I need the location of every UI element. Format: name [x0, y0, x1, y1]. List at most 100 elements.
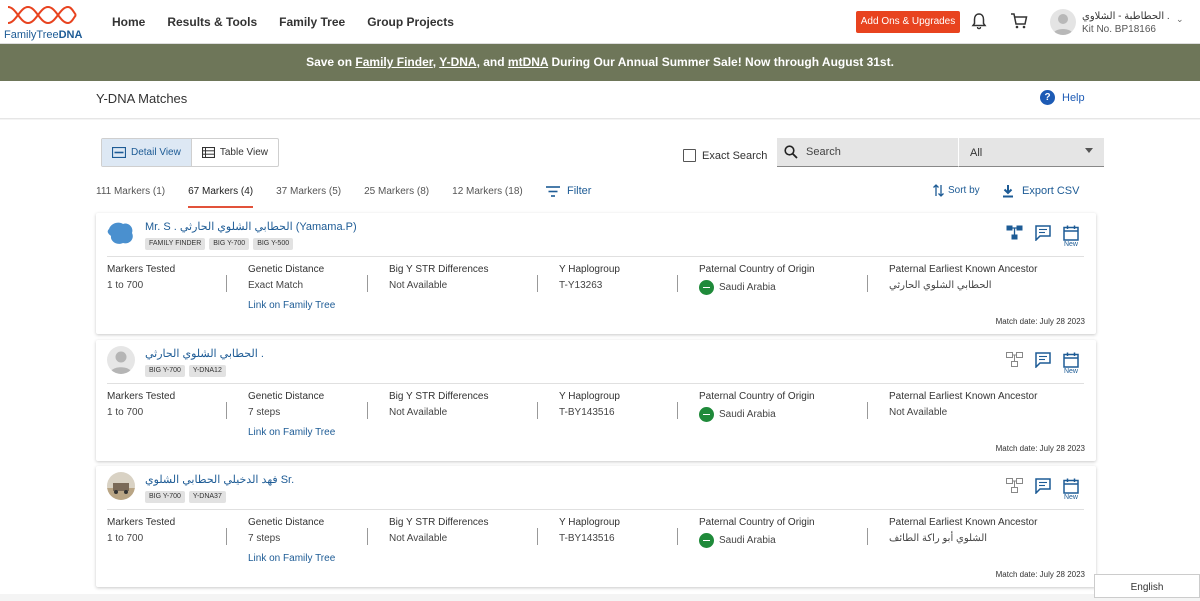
- match-name[interactable]: فهد الدخيلي الحطابي الشلوي Sr.: [145, 473, 294, 486]
- nav-results-tools[interactable]: Results & Tools: [167, 15, 257, 29]
- calendar-new-indicator[interactable]: New: [1063, 478, 1079, 501]
- page-title: Y-DNA Matches: [96, 91, 188, 106]
- country-col: Paternal Country of Origin Saudi Arabia: [699, 517, 815, 548]
- message-icon[interactable]: [1035, 225, 1051, 246]
- country-value: Saudi Arabia: [699, 280, 815, 295]
- exact-search-label: Exact Search: [702, 149, 768, 162]
- sort-icon: [933, 184, 944, 197]
- banner-link-family-finder[interactable]: Family Finder: [355, 55, 432, 69]
- view-toggle: Detail View Table View: [101, 138, 280, 167]
- big-y-col: Big Y STR Differences Not Available: [389, 264, 489, 291]
- caret-down-icon: [1085, 148, 1093, 153]
- match-avatar[interactable]: [107, 346, 135, 374]
- match-name[interactable]: الحطابي الشلوي الحارثي .: [145, 347, 264, 360]
- nav-group-projects[interactable]: Group Projects: [367, 15, 454, 29]
- genetic-distance-value: 7 steps: [248, 407, 281, 418]
- nav-home[interactable]: Home: [112, 15, 145, 29]
- match-tag: BIG Y-700: [145, 365, 185, 377]
- banner-link-y-dna[interactable]: Y-DNA: [439, 55, 476, 69]
- download-icon: [1003, 185, 1013, 198]
- link-on-family-tree[interactable]: Link on Family Tree: [248, 553, 335, 564]
- match-tag: FAMILY FINDER: [145, 238, 206, 250]
- detail-view-icon: [112, 147, 126, 158]
- familytreedna-logo[interactable]: FamilyTreeDNA: [4, 3, 82, 41]
- haplogroup-value: T-Y13263: [559, 280, 603, 291]
- marker-tabs: 111 Markers (1) 67 Markers (4) 37 Marker…: [96, 186, 546, 208]
- table-view-icon: [201, 147, 215, 158]
- help-link[interactable]: ? Help: [1040, 90, 1085, 105]
- match-tags: BIG Y-700 Y-DNA37: [145, 491, 230, 503]
- search-input[interactable]: Search: [777, 138, 958, 167]
- match-actions: New: [1006, 352, 1079, 375]
- big-y-value: Not Available: [389, 280, 448, 291]
- calendar-icon: [1063, 478, 1079, 494]
- message-icon[interactable]: [1035, 352, 1051, 373]
- tab-111-markers[interactable]: 111 Markers (1): [96, 186, 165, 208]
- link-on-family-tree[interactable]: Link on Family Tree: [248, 427, 335, 438]
- family-tree-icon[interactable]: [1006, 352, 1023, 372]
- export-csv-button[interactable]: Export CSV: [1002, 184, 1079, 198]
- tab-37-markers[interactable]: 37 Markers (5): [276, 186, 341, 208]
- ancestor-col: Paternal Earliest Known Ancestor Not Ava…: [889, 391, 1037, 418]
- ancestor-value: الحطابي الشلوي الحارثي: [889, 280, 992, 291]
- match-avatar[interactable]: [107, 472, 135, 500]
- family-tree-icon[interactable]: [1006, 478, 1023, 498]
- ancestor-value: الشلوي أبو راكة الطائف: [889, 533, 988, 544]
- add-ons-upgrades-button[interactable]: Add Ons & Upgrades: [856, 11, 960, 33]
- match-card: فهد الدخيلي الحطابي الشلوي Sr. BIG Y-700…: [96, 466, 1096, 587]
- banner-link-mtdna[interactable]: mtDNA: [508, 55, 548, 69]
- ancestor-col: Paternal Earliest Known Ancestor الحطابي…: [889, 264, 1037, 291]
- table-view-button[interactable]: Table View: [192, 139, 278, 166]
- match-date: Match date: July 28 2023: [995, 444, 1085, 453]
- exact-search-checkbox[interactable]: [683, 149, 696, 162]
- country-name: Saudi Arabia: [719, 409, 776, 420]
- sort-by-button[interactable]: Sort by: [933, 184, 980, 197]
- match-tag: Y-DNA12: [188, 365, 226, 377]
- detail-view-label: Detail View: [131, 147, 181, 158]
- saudi-flag-icon: [699, 407, 714, 422]
- table-view-label: Table View: [219, 147, 269, 158]
- big-y-value: Not Available: [389, 407, 448, 418]
- chevron-down-icon[interactable]: ⌄: [1176, 14, 1184, 25]
- exact-search-toggle[interactable]: Exact Search: [683, 149, 767, 162]
- search-placeholder: Search: [806, 146, 841, 158]
- genetic-distance-value: Exact Match: [248, 280, 304, 291]
- filter-button[interactable]: Filter: [546, 185, 591, 197]
- markers-tested-col: Markers Tested 1 to 700: [107, 517, 175, 544]
- column-separator: [367, 275, 368, 292]
- family-tree-icon[interactable]: [1006, 225, 1023, 245]
- user-avatar[interactable]: [1050, 9, 1076, 35]
- detail-view-button[interactable]: Detail View: [102, 139, 192, 166]
- language-selector[interactable]: English: [1094, 574, 1200, 598]
- ancestor-value: Not Available: [889, 407, 948, 418]
- match-tags: BIG Y-700 Y-DNA12: [145, 365, 230, 377]
- message-icon[interactable]: [1035, 478, 1051, 499]
- nav-family-tree[interactable]: Family Tree: [279, 15, 345, 29]
- country-header: Paternal Country of Origin: [699, 264, 815, 275]
- big-y-col: Big Y STR Differences Not Available: [389, 517, 489, 544]
- tab-25-markers[interactable]: 25 Markers (8): [364, 186, 429, 208]
- search-scope-select[interactable]: All: [958, 138, 1104, 167]
- card-divider: [107, 383, 1084, 384]
- tab-67-markers[interactable]: 67 Markers (4): [188, 186, 254, 208]
- bell-icon[interactable]: [970, 12, 988, 35]
- country-col: Paternal Country of Origin Saudi Arabia: [699, 264, 815, 295]
- sale-banner: Save on Family Finder, Y-DNA, and mtDNA …: [0, 44, 1200, 81]
- tab-12-markers[interactable]: 12 Markers (18): [452, 186, 523, 208]
- help-label: Help: [1062, 91, 1085, 104]
- match-name[interactable]: Mr. S . الحطابي الشلوي الحارثي (Yamama.P…: [145, 220, 357, 233]
- search-scope-value: All: [970, 147, 983, 159]
- dna-helix-icon: [7, 5, 77, 25]
- banner-text: Save on: [306, 55, 356, 69]
- calendar-new-indicator[interactable]: New: [1063, 352, 1079, 375]
- cart-icon[interactable]: [1010, 12, 1028, 35]
- column-separator: [226, 402, 227, 419]
- column-separator: [537, 528, 538, 545]
- match-avatar[interactable]: [107, 219, 135, 247]
- filter-label: Filter: [567, 185, 592, 197]
- link-on-family-tree[interactable]: Link on Family Tree: [248, 300, 335, 311]
- column-separator: [537, 402, 538, 419]
- user-name[interactable]: الحطاطبة - الشلاوي .: [1082, 11, 1170, 22]
- help-icon: ?: [1040, 90, 1055, 105]
- calendar-new-indicator[interactable]: New: [1063, 225, 1079, 248]
